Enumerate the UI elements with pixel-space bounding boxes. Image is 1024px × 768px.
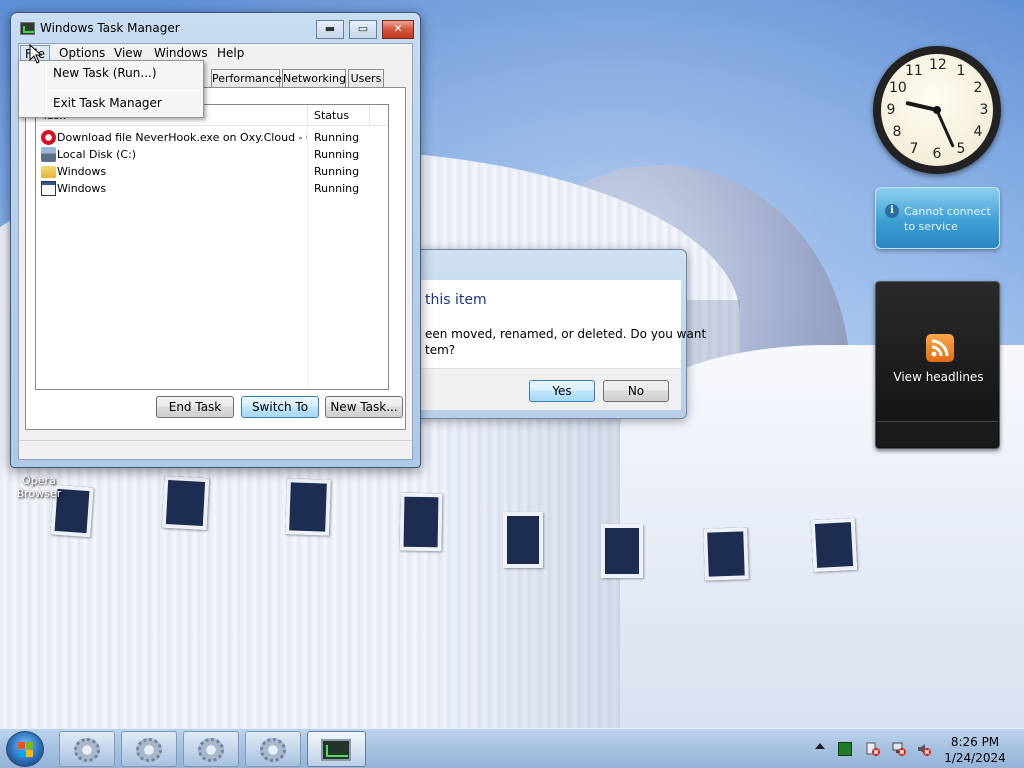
rss-icon bbox=[926, 334, 954, 362]
dialog-footer: Yes No bbox=[411, 368, 681, 410]
task-name: Local Disk (C:) bbox=[57, 148, 137, 161]
windows-logo-icon bbox=[18, 742, 34, 757]
yes-button[interactable]: Yes bbox=[529, 380, 595, 402]
clock-number: 7 bbox=[909, 141, 919, 157]
minimize-button[interactable]: ▬ bbox=[316, 20, 344, 39]
mouse-cursor-icon bbox=[29, 44, 43, 64]
dialog-body-line1: een moved, renamed, or deleted. Do you w… bbox=[425, 327, 707, 341]
task-status: Running bbox=[314, 165, 360, 178]
network-icon[interactable] bbox=[892, 742, 906, 756]
taskbar-button[interactable] bbox=[183, 731, 239, 767]
feed-label: View headlines bbox=[893, 370, 984, 384]
table-row[interactable]: Windows Running bbox=[38, 180, 386, 197]
tab-performance[interactable]: Performance bbox=[211, 69, 282, 88]
clock-center bbox=[933, 106, 941, 114]
info-icon: i bbox=[885, 204, 899, 218]
weather-gadget[interactable]: i Cannot connect to service bbox=[875, 187, 1000, 249]
feed-footer bbox=[877, 421, 998, 447]
menu-item-exit[interactable]: Exit Task Manager bbox=[53, 96, 162, 110]
clock-number: 2 bbox=[973, 80, 983, 96]
task-name: Windows bbox=[57, 165, 107, 178]
taskbar-clock[interactable]: 8:26 PM 1/24/2024 bbox=[940, 734, 1010, 766]
loading-icon bbox=[198, 738, 224, 762]
task-manager-icon bbox=[20, 22, 35, 35]
disk-icon bbox=[41, 147, 56, 162]
loading-icon bbox=[74, 738, 100, 762]
clock-number: 3 bbox=[979, 102, 989, 118]
start-button[interactable] bbox=[6, 731, 44, 767]
feed-headlines-gadget[interactable]: View headlines bbox=[875, 281, 1000, 449]
clock-gadget[interactable]: 12 1 2 3 4 5 6 7 8 9 10 11 bbox=[873, 46, 1001, 174]
taskbar-button[interactable] bbox=[245, 731, 301, 767]
maximize-button[interactable]: ▭ bbox=[349, 20, 377, 39]
taskbar-button-task-manager[interactable] bbox=[307, 731, 366, 767]
new-task-button[interactable]: New Task... bbox=[325, 396, 403, 418]
column-status[interactable]: Status bbox=[308, 105, 370, 126]
wallpaper-window bbox=[601, 524, 643, 578]
wallpaper-window bbox=[285, 478, 331, 536]
wallpaper-window bbox=[703, 527, 749, 581]
clock-number: 1 bbox=[956, 63, 966, 79]
opera-icon bbox=[41, 130, 56, 145]
tab-users[interactable]: Users bbox=[348, 69, 384, 88]
show-hidden-icons-button[interactable] bbox=[815, 743, 825, 749]
menu-gutter bbox=[46, 63, 47, 115]
dialog-body-line2: tem? bbox=[425, 343, 456, 357]
clock-number: 10 bbox=[889, 80, 907, 96]
menu-help[interactable]: Help bbox=[213, 45, 248, 62]
end-task-button[interactable]: End Task bbox=[156, 396, 234, 418]
clock-number: 6 bbox=[932, 146, 942, 162]
volume-muted-icon[interactable] bbox=[917, 742, 931, 756]
desktop-icon-label: Opera Browser bbox=[16, 474, 62, 500]
task-name: Windows bbox=[57, 182, 107, 195]
action-center-icon[interactable] bbox=[866, 742, 880, 756]
task-manager-icon bbox=[321, 739, 351, 761]
window-title: Windows Task Manager bbox=[40, 21, 180, 35]
task-status: Running bbox=[314, 148, 360, 161]
desktop-icon-opera[interactable]: Opera Browser bbox=[10, 474, 68, 500]
loading-icon bbox=[260, 738, 286, 762]
loading-icon bbox=[136, 738, 162, 762]
clock-time: 8:26 PM bbox=[950, 735, 1000, 749]
clock-date: 1/24/2024 bbox=[944, 751, 1006, 765]
weather-message: Cannot connect to service bbox=[904, 205, 991, 233]
task-list[interactable]: Task Status Download file NeverHook.exe … bbox=[35, 104, 389, 390]
clock-number: 11 bbox=[905, 63, 923, 79]
table-row[interactable]: Download file NeverHook.exe on Oxy.Cloud… bbox=[38, 129, 386, 146]
no-button[interactable]: No bbox=[603, 380, 669, 402]
clock-number: 9 bbox=[886, 102, 896, 118]
missing-item-dialog: this item een moved, renamed, or deleted… bbox=[402, 249, 706, 419]
table-row[interactable]: Local Disk (C:) Running bbox=[38, 146, 386, 163]
table-row[interactable]: Windows Running bbox=[38, 163, 386, 180]
taskbar-button[interactable] bbox=[59, 731, 115, 767]
menu-separator bbox=[49, 90, 199, 91]
file-menu-dropdown: New Task (Run...) Exit Task Manager bbox=[18, 60, 204, 118]
clock-number: 8 bbox=[892, 124, 902, 140]
task-name: Download file NeverHook.exe on Oxy.Cloud… bbox=[57, 131, 307, 144]
taskbar: 8:26 PM 1/24/2024 bbox=[0, 728, 1024, 768]
clock-number: 4 bbox=[973, 124, 983, 140]
dialog-heading: this item bbox=[425, 292, 487, 308]
wallpaper-window bbox=[810, 517, 858, 573]
window-icon bbox=[41, 181, 56, 196]
wallpaper-window bbox=[503, 512, 543, 568]
wallpaper-window bbox=[161, 475, 210, 531]
tray-app-icon[interactable] bbox=[838, 742, 852, 756]
dialog-content: this item een moved, renamed, or deleted… bbox=[411, 280, 706, 368]
wallpaper-window bbox=[399, 492, 443, 552]
folder-icon bbox=[41, 166, 56, 178]
switch-to-button[interactable]: Switch To bbox=[241, 396, 319, 418]
clock-number: 12 bbox=[929, 57, 947, 73]
close-button[interactable]: ✕ bbox=[382, 20, 414, 39]
task-status: Running bbox=[314, 131, 360, 144]
task-status: Running bbox=[314, 182, 360, 195]
taskbar-button[interactable] bbox=[121, 731, 177, 767]
menu-item-new-task[interactable]: New Task (Run...) bbox=[53, 66, 157, 80]
tab-networking[interactable]: Networking bbox=[282, 69, 346, 88]
status-bar bbox=[19, 440, 412, 459]
clock-number: 5 bbox=[956, 141, 966, 157]
